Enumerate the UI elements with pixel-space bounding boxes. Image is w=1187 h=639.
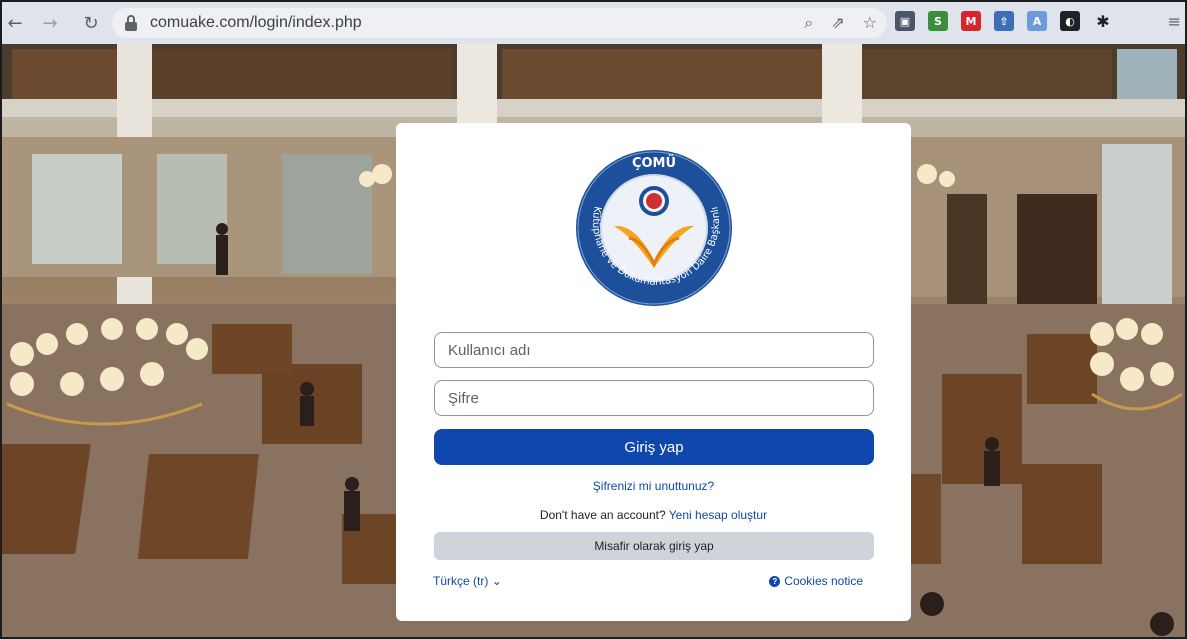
extension-icon[interactable]: A xyxy=(1027,11,1047,31)
guest-login-button[interactable]: Misafir olarak giriş yap xyxy=(434,532,874,560)
puzzle-icon[interactable]: ✱ xyxy=(1093,11,1113,31)
lock-icon xyxy=(124,15,138,31)
username-placeholder: Kullanıcı adı xyxy=(448,341,531,359)
browser-toolbar: ← → ↻ comuake.com/login/index.php ⌕ ⇗ ☆ … xyxy=(2,2,1185,44)
reload-button[interactable]: ↻ xyxy=(78,10,104,36)
university-logo: ÇOMÜ Kütüphane ve Dokümantasyon Daire Ba… xyxy=(574,146,732,306)
extension-icon[interactable]: S xyxy=(928,11,948,31)
signup-row: Don't have an account? Yeni hesap oluştu… xyxy=(396,508,911,522)
arrow-left-icon: ← xyxy=(7,12,23,34)
arrow-right-icon: → xyxy=(42,12,58,34)
login-button[interactable]: Giriş yap xyxy=(434,429,874,465)
username-input[interactable]: Kullanıcı adı xyxy=(434,332,874,368)
password-placeholder: Şifre xyxy=(448,389,479,407)
cookies-notice-link[interactable]: ? Cookies notice xyxy=(769,574,863,588)
password-input[interactable]: Şifre xyxy=(434,380,874,416)
login-card: ÇOMÜ Kütüphane ve Dokümantasyon Daire Ba… xyxy=(396,123,911,621)
extensions-bar: ▣ S M ⇧ A ◐ ✱ xyxy=(895,11,1113,31)
extension-icon[interactable]: M xyxy=(961,11,981,31)
question-circle-icon: ? xyxy=(769,575,781,587)
logo-top-text: ÇOMÜ xyxy=(632,155,676,171)
cookies-label: Cookies notice xyxy=(784,574,863,588)
forward-button[interactable]: → xyxy=(37,10,63,36)
extension-icon[interactable]: ▣ xyxy=(895,11,915,31)
reload-icon: ↻ xyxy=(83,12,99,34)
menu-icon[interactable]: ≡ xyxy=(1168,12,1181,31)
extension-icon[interactable]: ◐ xyxy=(1060,11,1080,31)
forgot-password-link[interactable]: Şifrenizi mi unuttunuz? xyxy=(396,479,911,493)
url-text: comuake.com/login/index.php xyxy=(150,14,362,31)
address-bar[interactable]: comuake.com/login/index.php ⌕ ⇗ ☆ xyxy=(112,8,887,38)
signup-prompt: Don't have an account? xyxy=(539,508,666,522)
language-selector[interactable]: Türkçe (tr) ⌄ xyxy=(433,574,502,588)
extension-icon[interactable]: ⇧ xyxy=(994,11,1014,31)
back-button[interactable]: ← xyxy=(2,10,28,36)
language-label: Türkçe (tr) xyxy=(433,574,489,588)
screenshot-frame: ← → ↻ comuake.com/login/index.php ⌕ ⇗ ☆ … xyxy=(0,0,1187,639)
signup-link[interactable]: Yeni hesap oluştur xyxy=(669,508,767,522)
share-icon[interactable]: ⇗ xyxy=(831,13,844,33)
bookmark-star-icon[interactable]: ☆ xyxy=(863,13,877,33)
zoom-icon[interactable]: ⌕ xyxy=(804,13,813,33)
chevron-down-icon: ⌄ xyxy=(491,574,502,588)
